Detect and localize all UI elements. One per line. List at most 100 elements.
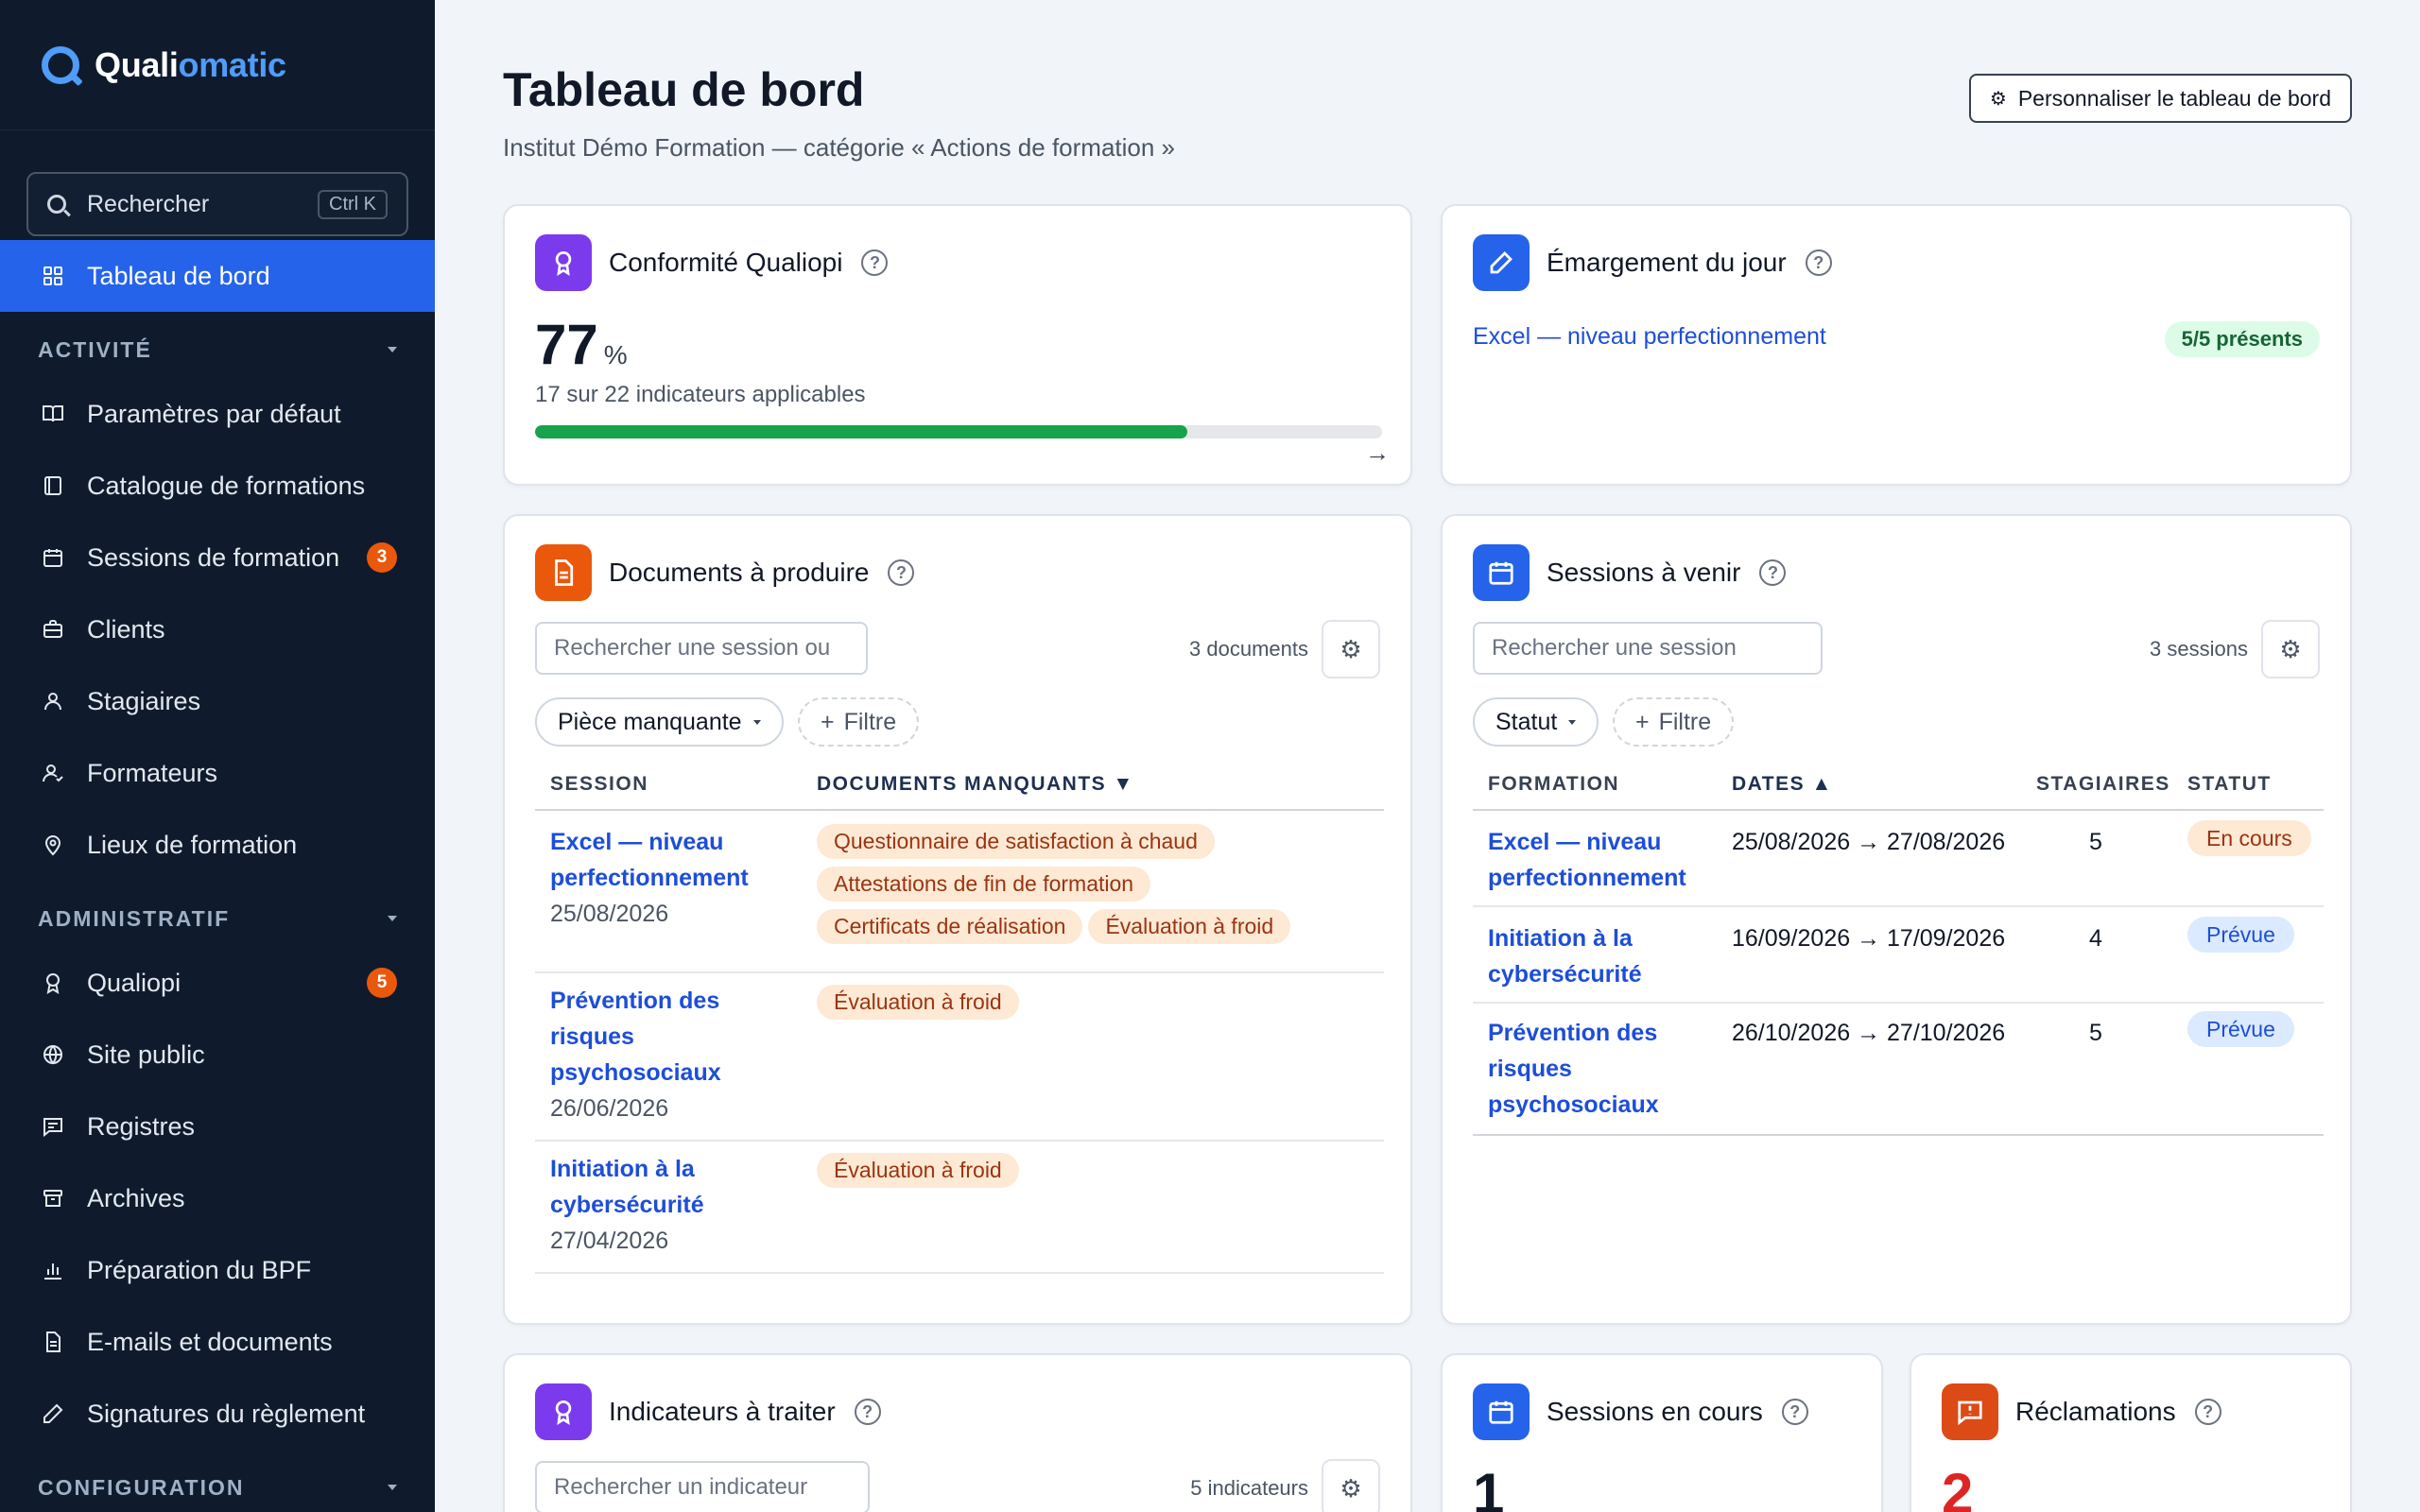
card-header: Indicateurs à traiter ? bbox=[535, 1383, 881, 1440]
sidebar-item-clients[interactable]: Clients bbox=[0, 593, 435, 665]
customize-dashboard-button[interactable]: ⚙ Personnaliser le tableau de bord bbox=[1968, 74, 2352, 123]
table-row: Prévention des risques psychosociaux bbox=[1488, 1015, 1715, 1123]
documents-search-input[interactable]: Rechercher une session ou bbox=[535, 622, 868, 675]
help-icon[interactable]: ? bbox=[854, 1399, 881, 1425]
missing-doc-tag: Évaluation à froid bbox=[817, 1153, 1019, 1188]
chevron-down-icon bbox=[388, 916, 397, 921]
sidebar-item-qualiopi[interactable]: Qualiopi 5 bbox=[0, 947, 435, 1019]
card-conformite: Conformité Qualiopi ? 77 % 17 sur 22 ind… bbox=[503, 204, 1412, 486]
row-divider bbox=[535, 1272, 1384, 1274]
sidebar-search[interactable]: Rechercher Ctrl K bbox=[26, 172, 408, 236]
filter-chip-piece-manquante[interactable]: Pièce manquante bbox=[535, 697, 784, 747]
help-icon[interactable]: ? bbox=[1781, 1399, 1808, 1425]
col-header-formation[interactable]: FORMATION bbox=[1488, 773, 1619, 796]
formation-link[interactable]: cybersécurité bbox=[1488, 956, 1715, 992]
sidebar-item-label: Catalogue de formations bbox=[87, 471, 366, 500]
formation-link[interactable]: psychosociaux bbox=[1488, 1087, 1715, 1123]
help-icon[interactable]: ? bbox=[888, 559, 915, 586]
sessions-search-input[interactable]: Rechercher une session bbox=[1473, 622, 1823, 675]
formation-link[interactable]: Initiation à la bbox=[1488, 920, 1715, 956]
gear-icon[interactable]: ⚙ bbox=[2261, 620, 2320, 679]
chevron-down-icon bbox=[388, 1485, 397, 1490]
session-link[interactable]: Prévention des bbox=[550, 983, 796, 1019]
help-icon[interactable]: ? bbox=[1759, 559, 1787, 586]
formation-link[interactable]: risques bbox=[1488, 1051, 1715, 1087]
card-header: Conformité Qualiopi ? bbox=[535, 234, 889, 291]
card-sessions-en-cours: Sessions en cours ? 1 bbox=[1441, 1353, 1883, 1512]
bar-chart-icon bbox=[42, 1259, 64, 1281]
help-icon[interactable]: ? bbox=[1805, 249, 1832, 276]
logo-icon bbox=[42, 45, 79, 84]
row-divider bbox=[535, 1140, 1384, 1142]
page-subtitle: Institut Démo Formation — catégorie « Ac… bbox=[503, 133, 1176, 162]
session-dates: 26/10/2026 → 27/10/2026 bbox=[1732, 1020, 2006, 1046]
help-icon[interactable]: ? bbox=[861, 249, 889, 276]
session-date: 26/06/2026 bbox=[550, 1095, 669, 1122]
gear-icon[interactable]: ⚙ bbox=[1322, 620, 1380, 679]
missing-docs: Évaluation à froid bbox=[817, 985, 1374, 1027]
gear-icon[interactable]: ⚙ bbox=[1322, 1459, 1380, 1512]
sidebar-item-label: Clients bbox=[87, 614, 165, 644]
search-icon bbox=[47, 195, 66, 214]
message-alert-icon bbox=[1942, 1383, 1998, 1440]
percent-unit: % bbox=[603, 340, 628, 369]
session-dates: 16/09/2026 → 17/09/2026 bbox=[1732, 925, 2006, 952]
sidebar-item-emails[interactable]: E-mails et documents bbox=[0, 1306, 435, 1378]
col-header-stagiaires[interactable]: STAGIAIRES bbox=[2036, 773, 2170, 796]
sidebar-item-registres[interactable]: Registres bbox=[0, 1091, 435, 1162]
table-row: Excel — niveau perfectionnement bbox=[1488, 824, 1715, 896]
status-label: En cours bbox=[2187, 820, 2311, 856]
reclamations-value: 2 bbox=[1942, 1462, 1974, 1512]
sidebar-item-tableau-de-bord[interactable]: Tableau de bord bbox=[0, 240, 435, 312]
sidebar-item-stagiaires[interactable]: Stagiaires bbox=[0, 665, 435, 737]
formation-link[interactable]: Excel — niveau bbox=[1488, 824, 1715, 860]
col-header-dates[interactable]: DATES ▲ bbox=[1732, 773, 1833, 796]
search-label: Rechercher bbox=[87, 190, 210, 217]
session-link[interactable]: perfectionnement bbox=[550, 860, 796, 896]
add-filter-button[interactable]: + Filtre bbox=[1613, 697, 1735, 747]
conformite-percent: 77 bbox=[535, 313, 598, 376]
progress-fill bbox=[535, 425, 1187, 438]
message-square-icon bbox=[42, 1115, 64, 1138]
section-label: CONFIGURATION bbox=[38, 1474, 245, 1500]
sidebar-item-lieux[interactable]: Lieux de formation bbox=[0, 809, 435, 881]
emargement-session-link[interactable]: Excel — niveau perfectionnement bbox=[1473, 323, 1826, 351]
session-link[interactable]: psychosociaux bbox=[550, 1055, 796, 1091]
sidebar-item-parametres[interactable]: Paramètres par défaut bbox=[0, 378, 435, 450]
app-logo[interactable]: Qualiomatic bbox=[0, 0, 435, 130]
sidebar-item-sessions[interactable]: Sessions de formation 3 bbox=[0, 522, 435, 593]
arrow-right-icon[interactable]: → bbox=[1365, 438, 1390, 468]
sidebar-item-signatures[interactable]: Signatures du règlement bbox=[0, 1378, 435, 1450]
formation-link[interactable]: perfectionnement bbox=[1488, 860, 1715, 896]
section-administratif[interactable]: ADMINISTRATIF bbox=[0, 890, 435, 947]
col-header-session[interactable]: SESSION bbox=[550, 773, 648, 796]
card-title: Réclamations bbox=[2015, 1397, 2176, 1426]
add-filter-button[interactable]: + Filtre bbox=[798, 697, 920, 747]
session-link[interactable]: risques bbox=[550, 1019, 796, 1055]
sidebar-item-label: Lieux de formation bbox=[87, 830, 298, 859]
session-link[interactable]: Initiation à la bbox=[550, 1151, 796, 1187]
session-link[interactable]: Excel — niveau bbox=[550, 824, 796, 860]
indicateurs-search-input[interactable]: Rechercher un indicateur bbox=[535, 1461, 870, 1512]
session-link[interactable]: cybersécurité bbox=[550, 1187, 796, 1223]
col-header-documents[interactable]: DOCUMENTS MANQUANTS ▼ bbox=[817, 773, 1134, 796]
award-icon bbox=[535, 234, 592, 291]
plus-icon: + bbox=[821, 708, 835, 735]
section-activite[interactable]: ACTIVITÉ bbox=[0, 321, 435, 378]
sidebar-item-label: E-mails et documents bbox=[87, 1327, 333, 1356]
button-label: Filtre bbox=[843, 708, 897, 735]
sidebar-item-archives[interactable]: Archives bbox=[0, 1162, 435, 1234]
conformite-detail: 17 sur 22 indicateurs applicables bbox=[535, 382, 866, 407]
formation-link[interactable]: Prévention des bbox=[1488, 1015, 1715, 1051]
award-icon bbox=[535, 1383, 592, 1440]
filter-chip-statut[interactable]: Statut bbox=[1473, 697, 1599, 747]
help-icon[interactable]: ? bbox=[2194, 1399, 2221, 1425]
sidebar-item-catalogue[interactable]: Catalogue de formations bbox=[0, 450, 435, 522]
missing-doc-tag: Questionnaire de satisfaction à chaud bbox=[817, 824, 1215, 859]
chip-label: Pièce manquante bbox=[558, 708, 742, 735]
col-header-statut[interactable]: STATUT bbox=[2187, 773, 2272, 796]
sidebar-item-site-public[interactable]: Site public bbox=[0, 1019, 435, 1091]
section-configuration[interactable]: CONFIGURATION bbox=[0, 1459, 435, 1512]
sidebar-item-bpf[interactable]: Préparation du BPF bbox=[0, 1234, 435, 1306]
sidebar-item-formateurs[interactable]: Formateurs bbox=[0, 737, 435, 809]
